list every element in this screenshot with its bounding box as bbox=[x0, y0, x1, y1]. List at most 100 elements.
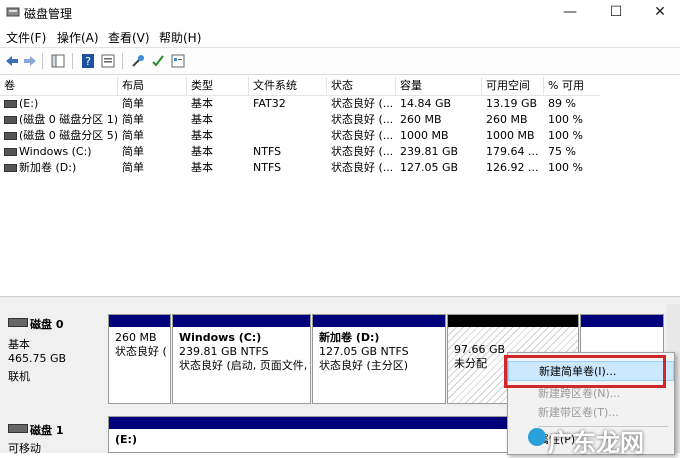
partition-bar bbox=[173, 315, 310, 327]
percent-free-cell: 100 % bbox=[548, 113, 583, 126]
disk-0-size: 465.75 GB bbox=[8, 352, 67, 365]
percent-free-cell: 100 % bbox=[548, 129, 583, 142]
volume-name: (E:) bbox=[19, 97, 39, 110]
menu-action[interactable]: 操作(A) bbox=[57, 29, 99, 46]
svg-text:?: ? bbox=[85, 55, 91, 68]
partition-bar bbox=[313, 315, 445, 327]
volume-icon bbox=[4, 100, 17, 108]
partition-bar bbox=[581, 315, 663, 327]
watermark-logo-icon bbox=[528, 428, 546, 446]
capacity-cell: 239.81 GB bbox=[400, 145, 459, 158]
partition-status: 状态良好 (主分区) bbox=[319, 359, 409, 372]
percent-free-cell: 75 % bbox=[548, 145, 576, 158]
list-view-icon[interactable] bbox=[170, 53, 186, 69]
menu-item-new-striped-volume[interactable]: 新建带区卷(T)... bbox=[508, 403, 674, 423]
disk-0-name: 磁盘 0 bbox=[30, 318, 64, 331]
disk-0-type: 基本 bbox=[8, 338, 30, 351]
partition-size: 127.05 GB NTFS bbox=[319, 345, 409, 358]
check-icon[interactable] bbox=[150, 53, 166, 69]
type-cell: 基本 bbox=[191, 97, 213, 110]
volume-icon bbox=[4, 164, 17, 172]
volume-list: 卷 布局 类型 文件系统 状态 容量 可用空间 % 可用 (E:) 简单 基本 … bbox=[0, 77, 680, 295]
disk-1-label[interactable]: 磁盘 1 可移动 bbox=[0, 412, 105, 455]
column-header-status[interactable]: 状态 bbox=[327, 77, 396, 95]
disk-icon bbox=[8, 424, 28, 433]
toolbar-separator bbox=[122, 53, 123, 69]
layout-cell: 简单 bbox=[122, 145, 144, 158]
partition-status: 状态良好 ( bbox=[115, 345, 167, 358]
volume-name: 新加卷 (D:) bbox=[19, 161, 77, 174]
volume-name: (磁盘 0 磁盘分区 1) bbox=[19, 113, 118, 126]
type-cell: 基本 bbox=[191, 145, 213, 158]
type-cell: 基本 bbox=[191, 113, 213, 126]
menu-file[interactable]: 文件(F) bbox=[6, 29, 46, 46]
status-cell: 状态良好 (... bbox=[331, 113, 394, 126]
back-arrow-icon[interactable] bbox=[4, 53, 20, 69]
capacity-cell: 14.84 GB bbox=[400, 97, 452, 110]
menu-help[interactable]: 帮助(H) bbox=[159, 29, 201, 46]
table-row[interactable]: 新加卷 (D:) 简单 基本 NTFS 状态良好 (... 127.05 GB … bbox=[0, 160, 600, 176]
partition-bar bbox=[109, 315, 170, 327]
disk-management-icon bbox=[6, 7, 20, 17]
partition-bar bbox=[448, 315, 578, 327]
partition-disk0-1[interactable]: 260 MB 状态良好 ( bbox=[108, 314, 171, 404]
volume-icon bbox=[4, 132, 17, 140]
column-header-capacity[interactable]: 容量 bbox=[396, 77, 482, 95]
partition-size: 239.81 GB NTFS bbox=[179, 345, 269, 358]
table-row[interactable]: (E:) 简单 基本 FAT32 状态良好 (... 14.84 GB 13.1… bbox=[0, 96, 600, 112]
status-cell: 状态良好 (... bbox=[331, 97, 394, 110]
menu-view[interactable]: 查看(V) bbox=[108, 29, 150, 46]
toolbar-separator bbox=[72, 53, 73, 69]
disk-0-status: 联机 bbox=[8, 370, 30, 383]
free-space-cell: 260 MB bbox=[486, 113, 528, 126]
toolbar-separator bbox=[42, 53, 43, 69]
partition-windows-c[interactable]: Windows (C:) 239.81 GB NTFS 状态良好 (启动, 页面… bbox=[172, 314, 311, 404]
volume-name: Windows (C:) bbox=[19, 145, 92, 158]
percent-free-cell: 89 % bbox=[548, 97, 576, 110]
free-space-cell: 1000 MB bbox=[486, 129, 535, 142]
highlight-box bbox=[504, 355, 666, 388]
table-row[interactable]: (磁盘 0 磁盘分区 1) 简单 基本 状态良好 (... 260 MB 260… bbox=[0, 112, 600, 128]
volume-list-header: 卷 布局 类型 文件系统 状态 容量 可用空间 % 可用 bbox=[0, 77, 600, 96]
status-cell: 状态良好 (... bbox=[331, 161, 394, 174]
column-header-free-space[interactable]: 可用空间 bbox=[482, 77, 544, 95]
capacity-cell: 127.05 GB bbox=[400, 161, 459, 174]
column-header-filesystem[interactable]: 文件系统 bbox=[249, 77, 327, 95]
table-row[interactable]: Windows (C:) 简单 基本 NTFS 状态良好 (... 239.81… bbox=[0, 144, 600, 160]
free-space-cell: 126.92 ... bbox=[486, 161, 539, 174]
volume-icon bbox=[4, 116, 17, 124]
free-space-cell: 13.19 GB bbox=[486, 97, 538, 110]
partition-label: 新加卷 (D:) bbox=[319, 331, 380, 344]
maximize-button[interactable]: ☐ bbox=[594, 0, 638, 24]
partition-status: 状态良好 (启动, 页面文件, bbox=[179, 359, 308, 372]
status-cell: 状态良好 (... bbox=[331, 145, 394, 158]
filesystem-cell bbox=[249, 112, 327, 128]
column-header-layout[interactable]: 布局 bbox=[118, 77, 187, 95]
status-cell: 状态良好 (... bbox=[331, 129, 394, 142]
filesystem-cell: NTFS bbox=[253, 161, 282, 174]
help-icon[interactable]: ? bbox=[80, 53, 96, 69]
column-header-percent-free[interactable]: % 可用 bbox=[544, 77, 600, 95]
console-tree-icon[interactable] bbox=[50, 53, 66, 69]
filesystem-cell: FAT32 bbox=[253, 97, 286, 110]
menu-bar: 文件(F) 操作(A) 查看(V) 帮助(H) bbox=[0, 26, 680, 46]
disk-1-name: 磁盘 1 bbox=[30, 424, 64, 437]
properties-icon[interactable] bbox=[100, 53, 116, 69]
type-cell: 基本 bbox=[191, 161, 213, 174]
partition-new-volume-d[interactable]: 新加卷 (D:) 127.05 GB NTFS 状态良好 (主分区) bbox=[312, 314, 446, 404]
layout-cell: 简单 bbox=[122, 97, 144, 110]
table-row[interactable]: (磁盘 0 磁盘分区 5) 简单 基本 状态良好 (... 1000 MB 10… bbox=[0, 128, 600, 144]
filesystem-cell: NTFS bbox=[253, 145, 282, 158]
forward-arrow-icon[interactable] bbox=[22, 53, 38, 69]
window-title: 磁盘管理 bbox=[24, 7, 73, 21]
connect-icon[interactable] bbox=[130, 53, 146, 69]
partition-label: Windows (C:) bbox=[179, 331, 262, 344]
minimize-button[interactable]: — bbox=[548, 0, 592, 24]
disk-0-label[interactable]: 磁盘 0 基本 465.75 GB 联机 bbox=[0, 314, 105, 410]
close-button[interactable]: ✕ bbox=[638, 0, 680, 24]
column-header-type[interactable]: 类型 bbox=[187, 77, 249, 95]
percent-free-cell: 100 % bbox=[548, 161, 583, 174]
layout-cell: 简单 bbox=[122, 113, 144, 126]
column-header-volume[interactable]: 卷 bbox=[0, 77, 118, 95]
disk-1-type: 可移动 bbox=[8, 442, 41, 455]
